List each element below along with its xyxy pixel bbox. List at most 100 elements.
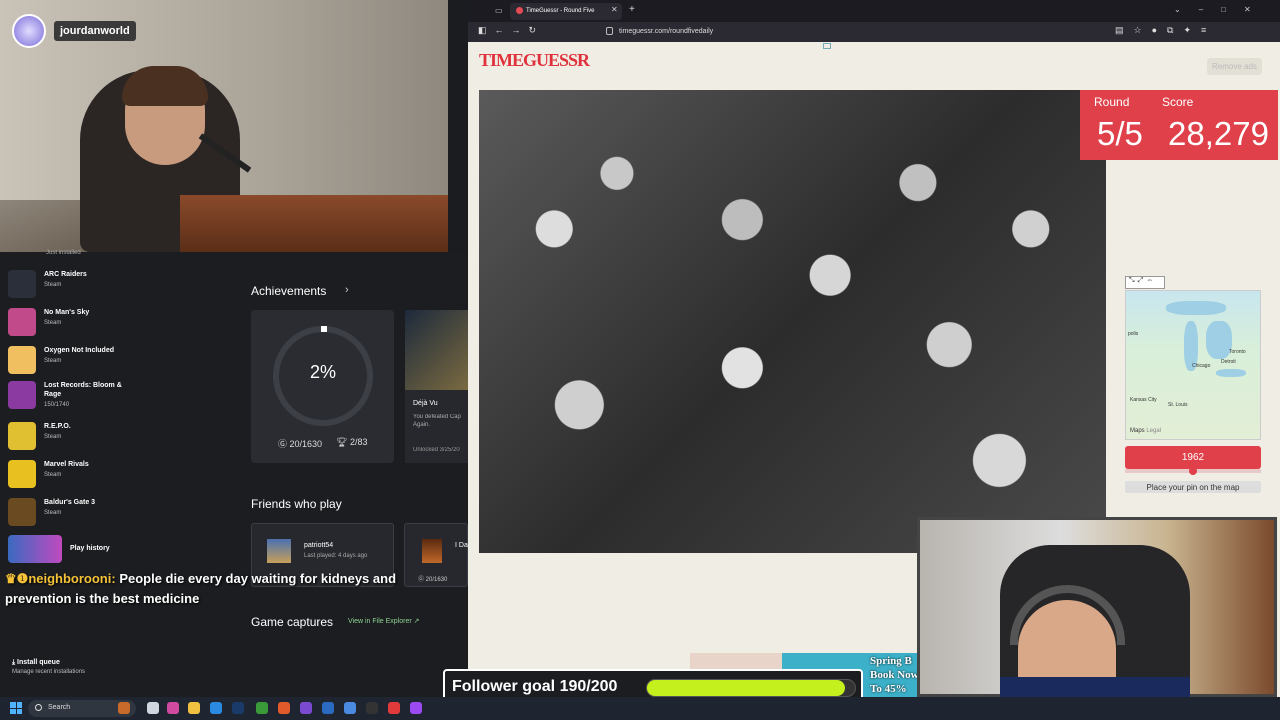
timeguessr-logo[interactable]: TIMEGUESSR [479, 50, 590, 71]
library-item-name: Lost Records: Bloom & Rage [44, 382, 122, 398]
achievement-card-deja-vu[interactable] [405, 310, 468, 463]
library-item-text: ARC Raiders Steam [44, 270, 124, 288]
library-item[interactable]: Baldur's Gate 3 Steam [8, 498, 124, 526]
library-item[interactable]: R.E.P.O. Steam [8, 422, 124, 450]
tab-timeguessr[interactable]: TimeGuessr - Round Five [510, 3, 622, 20]
maps-brand: Maps [1130, 428, 1145, 434]
friends-heading: Friends who play [251, 497, 342, 511]
copilot-icon[interactable] [167, 702, 179, 714]
ad-line: Spring B [870, 655, 912, 667]
xbox-icon[interactable] [256, 702, 268, 714]
ad-text[interactable]: Spring B Book Now To 45% [870, 654, 919, 696]
gamerscore-icon: Ⓖ [278, 439, 290, 449]
sidebar-icon[interactable]: ◧ [478, 25, 495, 35]
app-icon[interactable] [322, 702, 334, 714]
gamerscore: Ⓖ 20/1630 [278, 437, 322, 450]
map-city-label: St. Louis [1168, 402, 1188, 408]
extensions-icon[interactable]: ⧉ [1167, 25, 1183, 35]
friend-name: patriott54 [304, 542, 334, 549]
ad-choices-icon[interactable] [823, 43, 831, 49]
app-icon[interactable] [388, 702, 400, 714]
achievement-description: You defeated Cap [413, 414, 461, 420]
library-item-source: Steam [44, 282, 62, 288]
terminal-icon[interactable] [366, 702, 378, 714]
expand-icon[interactable]: ⤢ [1138, 277, 1147, 284]
library-item-text: Baldur's Gate 3 Steam [44, 498, 124, 516]
friend-gamerscore: Ⓖ 20/1630 [418, 574, 447, 583]
map-city-label: Toronto [1229, 349, 1246, 355]
library-item-text: No Man's Sky Steam [44, 308, 124, 326]
window-controls[interactable]: ⌄–□✕ [1174, 5, 1269, 14]
twitch-icon[interactable] [410, 702, 422, 714]
chevron-right-icon[interactable]: › [345, 284, 349, 296]
address-bar[interactable]: timeguessr.com/roundfivedaily [605, 24, 1105, 40]
game-icon [8, 346, 36, 374]
navigation-buttons[interactable]: ◧←→↻ [478, 25, 544, 36]
library-item[interactable]: No Man's Sky Steam [8, 308, 124, 336]
achievement-unlock-date: Unlocked 3/25/20 [413, 447, 460, 453]
view-in-file-explorer-link[interactable]: View in File Explorer ↗ [348, 617, 420, 625]
library-item-source: Steam [44, 472, 62, 478]
minimize-icon[interactable]: – [1199, 5, 1221, 14]
gamerscore-icon: Ⓖ [418, 577, 426, 583]
map-city-label: Kansas City [1130, 397, 1157, 403]
tab-overview-icon[interactable]: ▭ [495, 6, 503, 15]
library-item-text: R.E.P.O. Steam [44, 422, 124, 440]
map-city-label: Chicago [1192, 363, 1211, 369]
place-pin-button[interactable]: Place your pin on the map [1125, 481, 1261, 493]
stream-user-badge: jourdanworld [12, 14, 136, 48]
achievements-heading[interactable]: Achievements [251, 284, 326, 298]
maximize-icon[interactable]: □ [1221, 5, 1244, 14]
play-history-label: Play history [70, 545, 110, 552]
game-icon [8, 381, 36, 409]
round-value: 5/5 [1097, 115, 1143, 152]
close-tab-icon[interactable]: ✕ [611, 5, 618, 14]
install-queue[interactable]: ⤓ Install queue Manage recent installati… [12, 659, 85, 675]
achievement-description-line2: Again. [413, 422, 431, 428]
arrow-icon[interactable]: ⇔ [1146, 277, 1156, 284]
library-item[interactable]: ARC Raiders Steam [8, 270, 124, 298]
file-explorer-icon[interactable] [188, 702, 200, 714]
edge-icon[interactable] [210, 702, 222, 714]
task-view-icon[interactable] [147, 702, 159, 714]
bookmark-star-icon[interactable]: ☆ [1134, 25, 1152, 35]
reader-icon[interactable]: ▤ [1115, 25, 1134, 35]
library-item-name: Marvel Rivals [44, 461, 89, 468]
library-item-play-history[interactable]: Play history [8, 535, 150, 563]
library-item-name: Baldur's Gate 3 [44, 499, 96, 506]
firefox-icon[interactable] [278, 702, 290, 714]
tab-list-icon[interactable]: ⌄ [1174, 5, 1199, 14]
legal-link[interactable]: Legal [1146, 428, 1161, 434]
menu-icon[interactable]: ≡ [1201, 25, 1216, 35]
forward-icon[interactable]: → [512, 25, 529, 35]
year-slider-handle[interactable] [1189, 467, 1197, 475]
toolbar-actions[interactable]: ▤☆●⧉✦≡ [1115, 25, 1216, 36]
ad-line: Book Now [870, 669, 919, 681]
year-display: 1962 [1125, 446, 1261, 469]
remove-ads-button[interactable]: Remove ads [1207, 58, 1262, 75]
friend-name-2: I Da [455, 542, 468, 549]
start-icon[interactable] [10, 702, 22, 714]
library-item[interactable]: Lost Records: Bloom & Rage 150/1740 [8, 381, 124, 409]
shrink-icon[interactable]: ⤡ [1129, 277, 1138, 284]
streamer-hair [122, 66, 208, 106]
crown-icon: ♛ [5, 571, 17, 586]
library-item[interactable]: Marvel Rivals Steam [8, 460, 124, 488]
guess-map[interactable]: Toronto Detroit Chicago Kansas City St. … [1125, 290, 1261, 440]
account-icon[interactable]: ● [1152, 25, 1167, 35]
app-icon[interactable] [344, 702, 356, 714]
extension-icon[interactable]: ✦ [1183, 25, 1201, 35]
back-icon[interactable]: ← [495, 25, 512, 35]
steam-icon[interactable] [232, 702, 244, 714]
trophy-value: 2/83 [349, 437, 368, 447]
new-tab-icon[interactable]: + [629, 4, 635, 15]
map-controls[interactable]: ⤡⤢⇔ [1125, 276, 1165, 289]
badge-icon: ❶ [16, 571, 29, 586]
close-window-icon[interactable]: ✕ [1244, 5, 1269, 14]
discord-icon[interactable] [300, 702, 312, 714]
taskbar-app-icon[interactable] [118, 702, 130, 714]
friend-gamerscore-value: 20/1630 [425, 577, 448, 583]
library-item[interactable]: Oxygen Not Included Steam [8, 346, 124, 374]
reload-icon[interactable]: ↻ [529, 25, 545, 35]
library-item-source: Steam [44, 320, 62, 326]
